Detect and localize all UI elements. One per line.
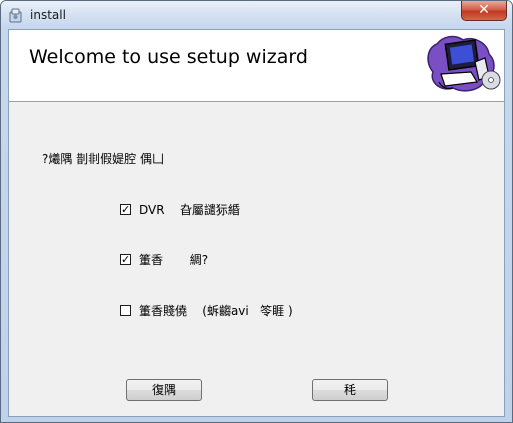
intro-text: ?爔隅 剒剕假媞腔 偶凵 [42,152,164,166]
window-title: install [30,8,66,22]
option-player[interactable]: ✓ 箽香 綢? [120,251,208,267]
wizard-title: Welcome to use setup wizard [29,46,308,68]
checkmark-icon: ✓ [121,202,131,216]
computer-cd-icon [427,35,501,92]
wizard-header: Welcome to use setup wizard [9,30,504,102]
installer-window: install ✕ Welcome to use setup wizard ?爔… [0,0,513,423]
wizard-body: Welcome to use setup wizard ?爔隅 剒剕假媞腔 偶凵… [8,29,505,417]
close-button[interactable]: ✕ [461,1,507,21]
option-dvr-checkbox[interactable]: ✓ [120,202,131,216]
close-icon: ✕ [478,2,490,18]
option-decoder[interactable]: 箽香賤僥 (蚸齺avi 笭睚 ) [120,302,293,318]
next-button[interactable]: 秏 [312,379,388,401]
option-player-checkbox[interactable]: ✓ [120,252,131,266]
option-decoder-label: 箽香賤僥 (蚸齺avi 笭睚 ) [139,303,293,318]
checkmark-icon: ✓ [121,252,131,266]
title-bar[interactable]: install ✕ [1,1,512,29]
option-dvr[interactable]: ✓ DVR 旮屬譴狋緍 [120,201,240,217]
option-dvr-label: DVR 旮屬譴狋緍 [139,202,240,217]
option-decoder-checkbox[interactable] [120,304,131,316]
installer-app-icon [9,8,22,23]
back-button[interactable]: 復隅 [126,379,202,401]
option-player-label: 箽香 綢? [139,252,209,267]
